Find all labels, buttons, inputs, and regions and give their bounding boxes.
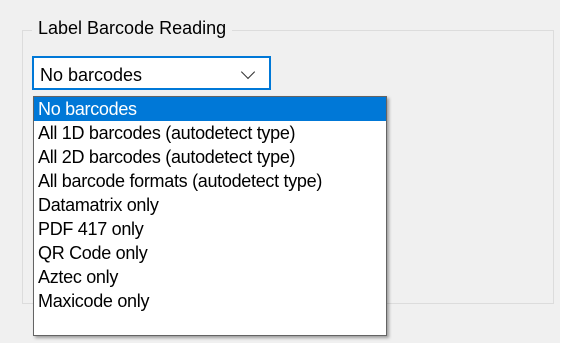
option-all-1d-barcodes[interactable]: All 1D barcodes (autodetect type) <box>34 121 386 145</box>
option-no-barcodes[interactable]: No barcodes <box>34 97 386 121</box>
option-pdf417-only[interactable]: PDF 417 only <box>34 217 386 241</box>
window-edge <box>560 0 586 343</box>
option-qr-code-only[interactable]: QR Code only <box>34 241 386 265</box>
option-aztec-only[interactable]: Aztec only <box>34 265 386 289</box>
barcode-type-dropdown-list: No barcodes All 1D barcodes (autodetect … <box>33 96 387 336</box>
barcode-type-combobox[interactable]: No barcodes <box>32 56 271 90</box>
option-datamatrix-only[interactable]: Datamatrix only <box>34 193 386 217</box>
option-all-barcode-formats[interactable]: All barcode formats (autodetect type) <box>34 169 386 193</box>
option-maxicode-only[interactable]: Maxicode only <box>34 289 386 313</box>
combobox-value: No barcodes <box>40 65 143 85</box>
chevron-down-icon[interactable] <box>240 64 256 80</box>
group-title: Label Barcode Reading <box>32 17 233 39</box>
option-all-2d-barcodes[interactable]: All 2D barcodes (autodetect type) <box>34 145 386 169</box>
